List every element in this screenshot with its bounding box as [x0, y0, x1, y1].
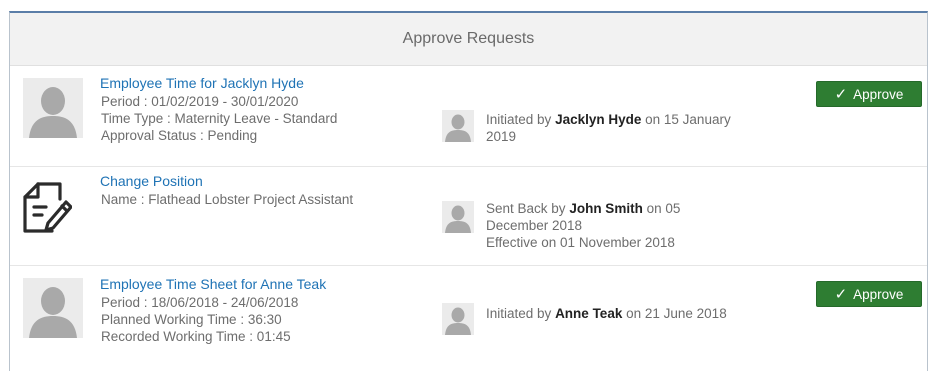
initiator-name: Anne Teak: [555, 306, 623, 321]
effective-date: Effective on 01 November 2018: [486, 235, 675, 250]
detail-line: Planned Working Time : 36:30: [101, 312, 282, 327]
request-row: Employee Time Sheet for Anne Teak Period…: [10, 266, 927, 371]
request-row: Employee Time for Jacklyn Hyde Period : …: [10, 66, 927, 167]
detail-line: Period : 01/02/2019 - 30/01/2020: [101, 94, 299, 109]
initiator-avatar-icon: [442, 201, 474, 233]
approve-requests-panel: Approve Requests Employee Time for Jackl…: [9, 11, 928, 371]
check-icon: ✓: [834, 85, 848, 103]
approve-button[interactable]: ✓ Approve: [816, 281, 922, 307]
detail-line: Period : 18/06/2018 - 24/06/2018: [101, 295, 299, 310]
request-title[interactable]: Employee Time for Jacklyn Hyde: [100, 75, 304, 91]
detail-line: Approval Status : Pending: [101, 128, 258, 143]
request-status: Initiated by Anne Teak on 21 June 2018: [486, 306, 727, 321]
initiator-avatar-icon: [442, 110, 474, 142]
detail-line: Time Type : Maternity Leave - Standard: [101, 111, 338, 126]
request-title[interactable]: Employee Time Sheet for Anne Teak: [100, 276, 326, 292]
detail-line: Name : Flathead Lobster Project Assistan…: [101, 192, 354, 207]
request-details: Name : Flathead Lobster Project Assistan…: [101, 191, 353, 208]
initiator-avatar-icon: [442, 303, 474, 335]
user-avatar-icon: [23, 278, 83, 338]
approve-label: Approve: [853, 86, 904, 102]
approve-button[interactable]: ✓ Approve: [816, 81, 922, 107]
approve-label: Approve: [853, 286, 904, 302]
request-row: Change Position Name : Flathead Lobster …: [10, 167, 927, 266]
detail-line: Recorded Working Time : 01:45: [101, 329, 291, 344]
panel-title: Approve Requests: [402, 30, 535, 47]
request-details: Period : 01/02/2019 - 30/01/2020 Time Ty…: [101, 93, 337, 144]
initiator-name: John Smith: [569, 201, 643, 216]
user-avatar-icon: [23, 78, 83, 138]
request-status: Sent Back by John Smith on 05 December 2…: [486, 200, 746, 251]
panel-header: Approve Requests: [10, 13, 927, 66]
initiator-name: Jacklyn Hyde: [555, 112, 642, 127]
check-icon: ✓: [834, 285, 848, 303]
request-status: Initiated by Jacklyn Hyde on 15 January …: [486, 112, 731, 144]
request-title[interactable]: Change Position: [100, 173, 203, 189]
request-details: Period : 18/06/2018 - 24/06/2018 Planned…: [101, 294, 298, 345]
document-edit-icon: [22, 181, 72, 235]
